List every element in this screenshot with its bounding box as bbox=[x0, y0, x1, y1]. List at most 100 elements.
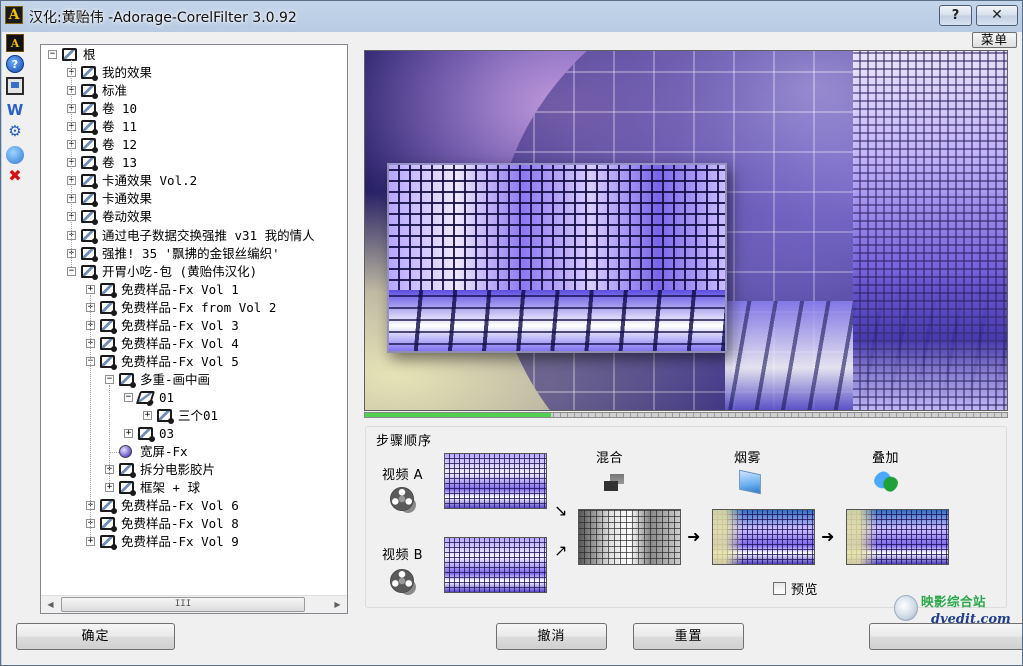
title-bar[interactable]: A 汉化:黄贻伟 -Adorage-CorelFilter 3.0.92 ? ✕ bbox=[1, 1, 1022, 31]
tree-item[interactable]: + 免费样品-Fx Vol 1 bbox=[41, 281, 347, 299]
tree-item-label: 免费样品-Fx from Vol 2 bbox=[121, 299, 277, 315]
ok-button[interactable]: 确定 bbox=[16, 623, 175, 650]
tree-item[interactable]: − 免费样品-Fx Vol 5 bbox=[41, 353, 347, 371]
tree-item[interactable]: + 免费样品-Fx Vol 4 bbox=[41, 335, 347, 353]
tree-item[interactable]: + 标准 bbox=[41, 82, 347, 100]
tree-item[interactable]: +03 bbox=[41, 425, 347, 443]
tree-item-label: 多重-画中画 bbox=[140, 371, 211, 387]
tree-item[interactable]: − 开胃小吃-包 (黄贻伟汉化) bbox=[41, 263, 347, 281]
gear-icon[interactable]: ⚙ bbox=[6, 122, 24, 140]
blend-thumbnail[interactable] bbox=[578, 509, 681, 565]
expand-icon[interactable]: + bbox=[105, 483, 114, 493]
tree-item-label: 免费样品-Fx Vol 1 bbox=[121, 281, 239, 297]
tree-item-label: 免费样品-Fx Vol 9 bbox=[121, 534, 239, 550]
tree-item-label: 卷动效果 bbox=[102, 209, 153, 225]
folder-icon bbox=[81, 210, 98, 226]
adorage-logo-icon[interactable]: A bbox=[6, 34, 24, 52]
scroll-right-icon[interactable]: ▶ bbox=[329, 596, 346, 613]
preview-checkbox-label: 预览 bbox=[791, 583, 819, 598]
effects-tree[interactable]: − 根 + 我的效果 + 标准 + 卷 10 + 卷 11 + 卷 12 + 卷 13 + 卡通效果 Vol.… bbox=[40, 44, 348, 614]
tree-item[interactable]: − 多重-画中画 bbox=[41, 371, 347, 389]
collapse-icon[interactable]: − bbox=[48, 50, 57, 59]
folder-icon bbox=[81, 120, 98, 136]
help-icon[interactable]: ? bbox=[6, 55, 24, 73]
fog-thumbnail[interactable] bbox=[712, 509, 815, 565]
film-reel-icon[interactable] bbox=[390, 569, 414, 593]
fog-icon[interactable] bbox=[739, 469, 761, 495]
expand-icon[interactable]: + bbox=[143, 411, 152, 420]
tree-item[interactable]: + 卷 13 bbox=[41, 154, 347, 172]
tree-item[interactable]: + 免费样品-Fx Vol 8 bbox=[41, 515, 347, 533]
folder-icon bbox=[119, 463, 136, 479]
tree-item-label: 免费样品-Fx Vol 6 bbox=[121, 498, 239, 514]
cancel-button[interactable] bbox=[869, 623, 1022, 650]
w-icon[interactable]: W bbox=[6, 101, 24, 119]
help-button[interactable]: ? bbox=[939, 5, 972, 26]
tree-item-label: 开胃小吃-包 (黄贻伟汉化) bbox=[102, 263, 258, 279]
folder-icon bbox=[81, 246, 98, 262]
tree-item-label: 免费样品-Fx Vol 4 bbox=[121, 335, 239, 351]
tree-item[interactable]: − 根 bbox=[41, 46, 347, 64]
collapse-icon[interactable]: − bbox=[105, 374, 114, 384]
tree-item[interactable]: + 框架 + 球 bbox=[41, 479, 347, 497]
close-button[interactable]: ✕ bbox=[976, 5, 1018, 26]
tree-item-label: 根 bbox=[83, 47, 96, 62]
tree-item[interactable]: − 01 bbox=[41, 389, 347, 407]
client-area: A ? W ⚙ ✖ 菜单 − 根 + 我的效果 + 标准 + 卷 10 + 卷 11 + 卷 12 + 卷… bbox=[2, 32, 1022, 665]
tree-item[interactable]: + 卷 12 bbox=[41, 136, 347, 154]
tree-item[interactable]: + 拆分电影胶片 bbox=[41, 461, 347, 479]
delete-x-icon[interactable]: ✖ bbox=[6, 167, 24, 185]
tree-item[interactable]: 宽屏-Fx bbox=[41, 443, 347, 461]
tree-item-label: 我的效果 bbox=[102, 65, 153, 81]
tree-item[interactable]: + 卷 10 bbox=[41, 100, 347, 118]
tree-item[interactable]: + 免费样品-Fx from Vol 2 bbox=[41, 299, 347, 317]
menu-button[interactable]: 菜单 bbox=[972, 32, 1017, 48]
film-reel-icon[interactable] bbox=[390, 487, 414, 511]
tree-item[interactable]: + 强推! 35 '飘拂的金银丝编织' bbox=[41, 245, 347, 263]
blend-icon[interactable] bbox=[602, 471, 626, 493]
overlay-icon[interactable] bbox=[874, 471, 898, 493]
tree-item[interactable]: + 通过电子数据交换强推 v31 我的情人 bbox=[41, 227, 347, 245]
tree-item[interactable]: + 免费样品-Fx Vol 6 bbox=[41, 497, 347, 515]
watermark-url: dvedit.com bbox=[931, 612, 1011, 627]
scroll-left-icon[interactable]: ◀ bbox=[42, 596, 59, 613]
arrow-up-right-icon: ↗ bbox=[554, 541, 568, 560]
reset-button[interactable]: 重置 bbox=[633, 623, 744, 650]
tree-item[interactable]: + 三个01 bbox=[41, 407, 347, 425]
expand-icon[interactable]: + bbox=[86, 284, 95, 294]
app-logo-icon[interactable]: A bbox=[5, 6, 23, 24]
tree-item[interactable]: + 卡通效果 bbox=[41, 190, 347, 208]
blend-label: 混合 bbox=[596, 451, 624, 466]
scroll-thumb[interactable]: III bbox=[61, 597, 305, 612]
preview-checkbox[interactable] bbox=[773, 582, 786, 595]
arrow-right-icon: ➜ bbox=[687, 527, 701, 546]
tree-item[interactable]: + 卷 11 bbox=[41, 118, 347, 136]
tree-item[interactable]: + 卡通效果 Vol.2 bbox=[41, 172, 347, 190]
tree-item[interactable]: + 免费样品-Fx Vol 3 bbox=[41, 317, 347, 335]
video-a-thumbnail[interactable] bbox=[444, 453, 547, 509]
fog-label: 烟雾 bbox=[734, 451, 762, 466]
folder-icon bbox=[138, 427, 155, 443]
tree-item-label: 拆分电影胶片 bbox=[140, 462, 216, 478]
expand-icon[interactable]: + bbox=[124, 429, 133, 439]
tree-item[interactable]: + 卷动效果 bbox=[41, 208, 347, 226]
folder-icon bbox=[81, 228, 98, 244]
tree-item[interactable]: + 我的效果 bbox=[41, 64, 347, 82]
folder-icon bbox=[100, 300, 117, 316]
horizontal-scrollbar[interactable]: ◀ III ▶ bbox=[41, 595, 347, 613]
window-title: 汉化:黄贻伟 -Adorage-CorelFilter 3.0.92 bbox=[29, 10, 297, 26]
undo-button[interactable]: 撤消 bbox=[496, 623, 607, 650]
globe-icon[interactable] bbox=[6, 146, 24, 164]
overlay-thumbnail[interactable] bbox=[846, 509, 949, 565]
tree-item[interactable]: + 免费样品-Fx Vol 9 bbox=[41, 533, 347, 551]
collapse-icon[interactable]: − bbox=[67, 266, 76, 276]
collapse-icon[interactable]: − bbox=[124, 392, 133, 402]
tree-item-label: 通过电子数据交换强推 v31 我的情人 bbox=[102, 227, 315, 243]
folder-icon bbox=[81, 138, 98, 154]
expand-icon[interactable]: + bbox=[86, 537, 95, 547]
folder-icon bbox=[81, 156, 98, 172]
tree-item-label: 宽屏-Fx bbox=[140, 444, 188, 460]
preview-checkbox-row[interactable]: 预览 bbox=[773, 579, 818, 598]
preview-screen-icon[interactable] bbox=[6, 77, 24, 95]
video-b-thumbnail[interactable] bbox=[444, 537, 547, 593]
